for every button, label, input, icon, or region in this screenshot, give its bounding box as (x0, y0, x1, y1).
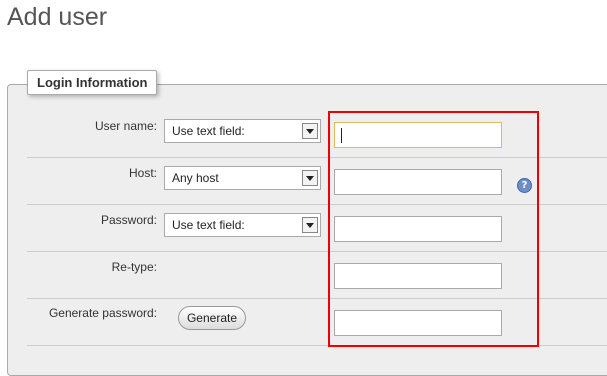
password-type-select-value: Use text field: (172, 218, 245, 232)
password-label: Password: (100, 213, 157, 227)
retype-label: Re-type: (111, 260, 157, 274)
username-label: User name: (94, 119, 157, 133)
highlight-annotation-box (328, 111, 539, 347)
username-type-select-value: Use text field: (172, 124, 245, 138)
generate-button[interactable]: Generate (178, 306, 246, 330)
chevron-down-icon[interactable] (302, 123, 318, 139)
host-label: Host: (128, 166, 157, 180)
fieldset-legend: Login Information (27, 70, 158, 95)
page-title: Add user (7, 3, 108, 31)
generate-password-label: Generate password: (48, 306, 157, 320)
chevron-down-icon[interactable] (302, 217, 318, 233)
username-type-select[interactable]: Use text field: (164, 119, 321, 143)
chevron-down-icon[interactable] (302, 170, 318, 186)
password-type-select[interactable]: Use text field: (164, 213, 321, 237)
host-select[interactable]: Any host (164, 166, 321, 190)
host-select-value: Any host (172, 171, 219, 185)
